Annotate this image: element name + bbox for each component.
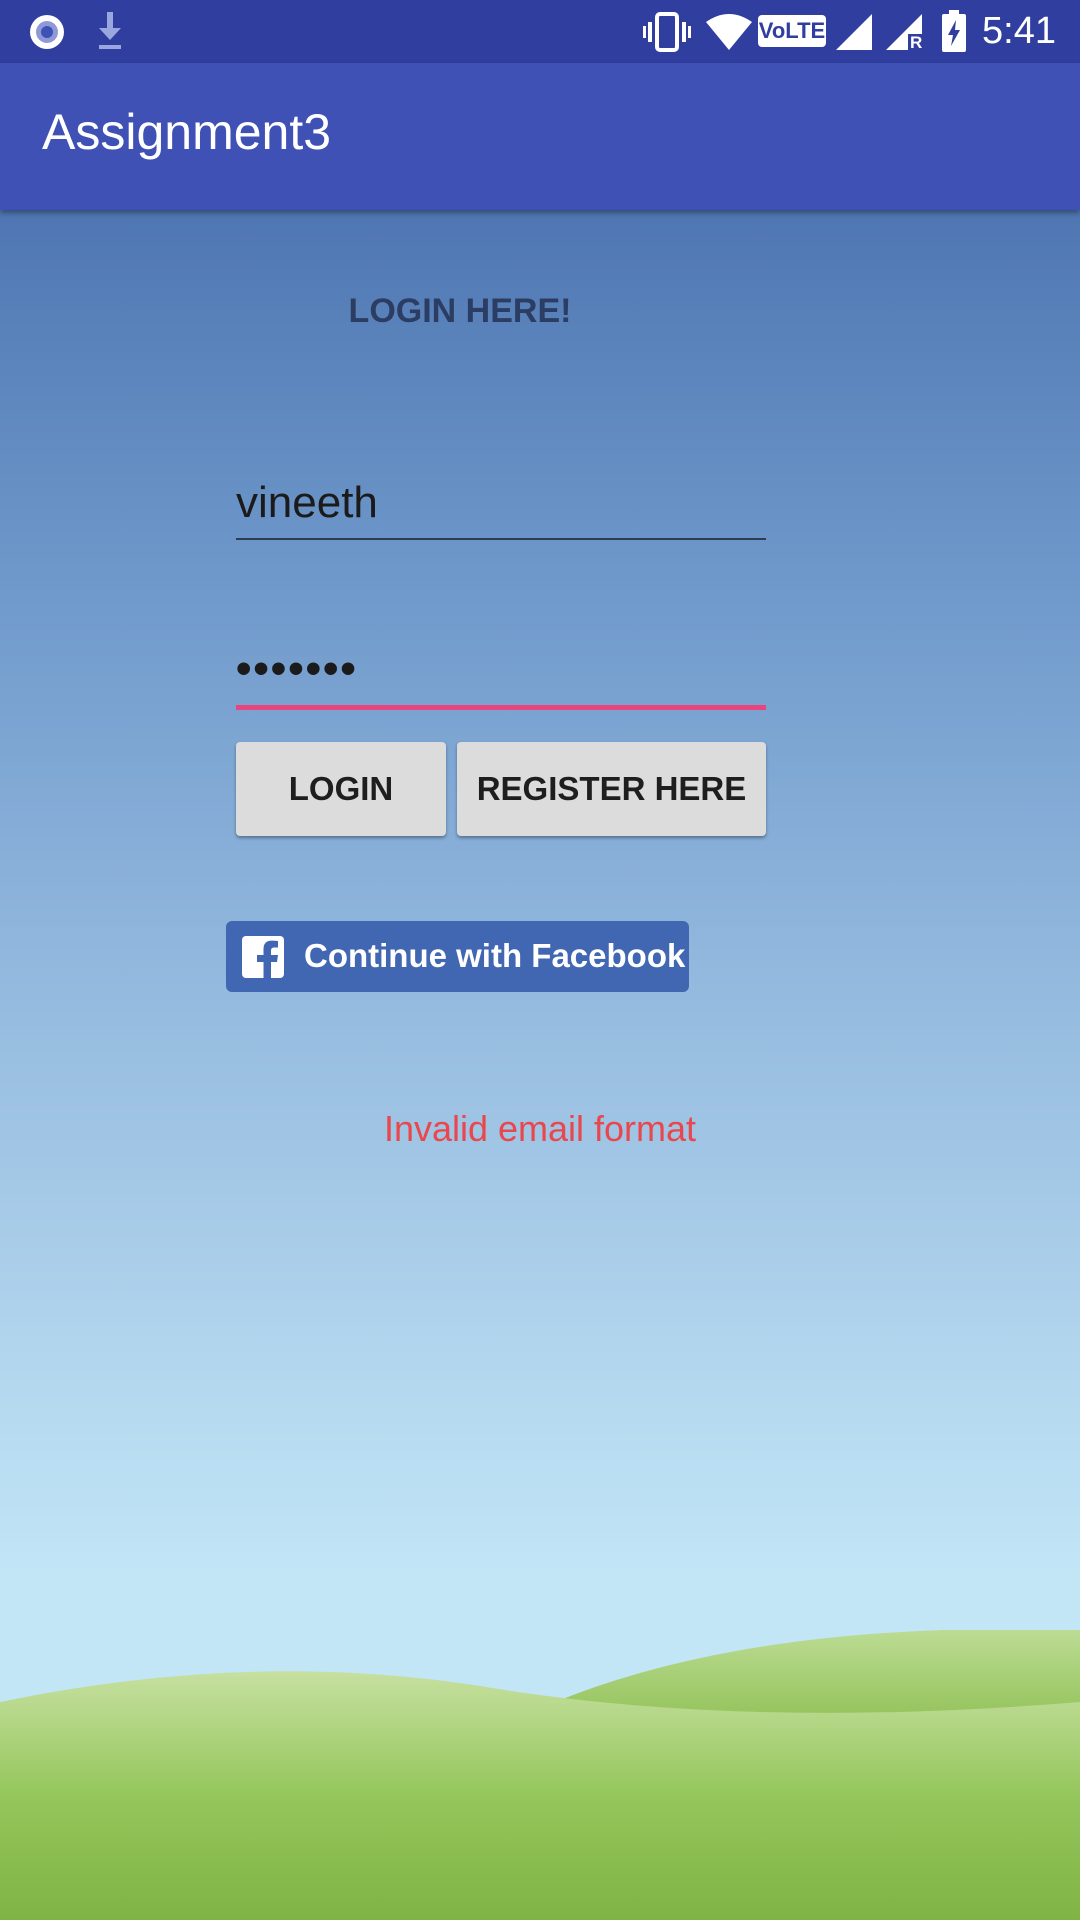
status-bar: VoLTE R 5:41 [0, 0, 1080, 63]
battery-charging-icon [942, 10, 966, 52]
record-icon [30, 15, 64, 49]
app-bar: Assignment3 [0, 63, 1080, 210]
green-hills-background [0, 1630, 1080, 1920]
password-value: ••••••• [236, 644, 358, 693]
wifi-icon [706, 14, 752, 50]
error-message: Invalid email format [383, 1108, 697, 1149]
username-value: vineeth [236, 478, 378, 527]
facebook-icon [242, 936, 284, 978]
password-input[interactable]: ••••••• [236, 630, 766, 710]
facebook-button-label: Continue with Facebook [304, 937, 686, 974]
clock: 5:41 [982, 10, 1056, 52]
login-button[interactable]: LOGIN [236, 742, 446, 836]
app-title: Assignment3 [42, 104, 332, 160]
login-content: LOGIN HERE! vineeth ••••••• LOGIN REGIST… [0, 210, 1080, 1920]
download-icon [99, 12, 121, 49]
username-underline [236, 538, 766, 540]
facebook-login-button[interactable]: Continue with Facebook [226, 921, 689, 992]
username-input[interactable]: vineeth [236, 460, 766, 540]
login-screen: VoLTE R 5:41 Assignment3 LOGIN HERE! vin… [0, 0, 1080, 1920]
password-underline-focused [236, 705, 766, 710]
volte-badge: VoLTE [758, 15, 826, 47]
vibrate-icon [643, 12, 691, 52]
register-button[interactable]: REGISTER HERE [457, 742, 766, 836]
login-heading: LOGIN HERE! [348, 292, 572, 330]
roaming-label: R [910, 33, 923, 52]
signal-icon [836, 14, 872, 50]
